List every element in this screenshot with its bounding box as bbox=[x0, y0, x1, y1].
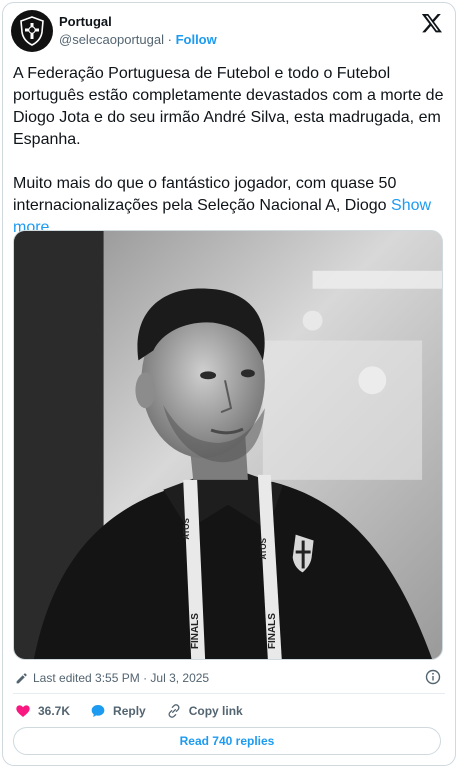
lanyard-text-left: FINALS bbox=[190, 613, 201, 649]
info-icon[interactable] bbox=[425, 669, 441, 685]
edited-timestamp[interactable]: Last edited 3:55 PM · Jul 3, 2025 bbox=[33, 671, 209, 685]
lanyard-brand-left: ATOS bbox=[182, 518, 191, 539]
like-button[interactable]: 36.7K bbox=[15, 703, 70, 719]
copy-link-label: Copy link bbox=[188, 704, 243, 718]
tweet-card: Portugal @selecaoportugal · Follow A Fed… bbox=[2, 2, 456, 766]
avatar[interactable] bbox=[11, 10, 53, 52]
lanyard-brand-right: ATOS bbox=[259, 538, 268, 559]
read-replies-button[interactable]: Read 740 replies bbox=[13, 727, 441, 755]
account-name[interactable]: Portugal bbox=[59, 14, 112, 29]
heart-icon bbox=[16, 705, 30, 717]
tweet-paragraph-2-text: Muito mais do que o fantástico jogador, … bbox=[13, 175, 397, 214]
account-handle[interactable]: @selecaoportugal bbox=[59, 32, 164, 47]
lanyard-text-right: FINALS bbox=[267, 613, 278, 649]
edited-row: Last edited 3:55 PM · Jul 3, 2025 bbox=[15, 669, 441, 687]
tweet-paragraph-1: A Federação Portuguesa de Futebol e todo… bbox=[13, 65, 444, 148]
actions-bar: 36.7K Reply Copy link bbox=[15, 700, 263, 722]
handle-separator: · bbox=[167, 32, 172, 47]
pencil-icon bbox=[16, 672, 27, 683]
x-logo-icon[interactable] bbox=[421, 12, 443, 34]
copy-link-button[interactable]: Copy link bbox=[166, 703, 243, 719]
tweet-text: A Federação Portuguesa de Futebol e todo… bbox=[13, 63, 449, 239]
tweet-photo[interactable]: FINALS FINALS ATOS ATOS bbox=[13, 230, 443, 660]
fpf-crest-icon bbox=[20, 16, 44, 46]
like-count: 36.7K bbox=[38, 704, 71, 718]
reply-button[interactable]: Reply bbox=[90, 703, 146, 719]
handle-row: @selecaoportugal · Follow bbox=[59, 32, 217, 47]
follow-button[interactable]: Follow bbox=[176, 32, 217, 47]
reply-icon bbox=[91, 705, 105, 717]
player-photo: FINALS FINALS ATOS ATOS bbox=[14, 231, 442, 659]
divider bbox=[13, 693, 445, 694]
link-icon bbox=[168, 704, 180, 718]
tweet-header: Portugal @selecaoportugal · Follow bbox=[11, 10, 447, 54]
reply-label: Reply bbox=[113, 704, 146, 718]
